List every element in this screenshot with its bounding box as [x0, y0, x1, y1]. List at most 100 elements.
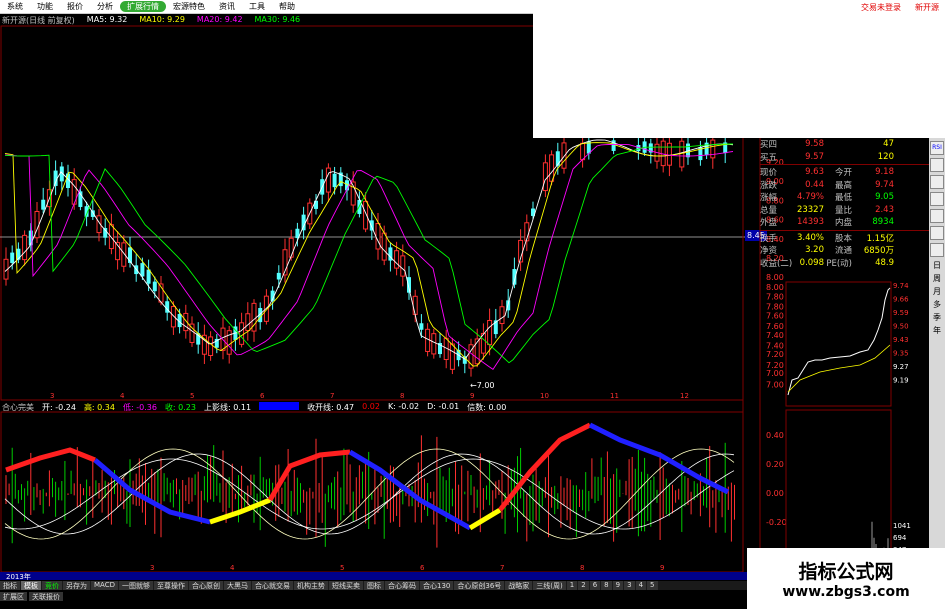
indicator-tab[interactable]: 另存为 [63, 581, 90, 590]
period-button-5[interactable]: 年 [930, 325, 944, 336]
quote-row: 净资 3.20 流通 6850万 [760, 244, 930, 257]
indicator-tab[interactable]: 战略家 [505, 581, 533, 590]
indicator-tab[interactable]: 1 [566, 581, 578, 590]
bottom-tabs: 扩展区 关联报价 [0, 592, 63, 601]
candle-body-up [666, 142, 672, 166]
indicator-tab[interactable]: 三线(周) [533, 581, 566, 590]
indicator-tab[interactable]: 合心原创 [188, 581, 223, 590]
menu-item-5[interactable]: 宏源特色 [166, 1, 212, 12]
indicator-tab[interactable]: 合心原创36号 [454, 581, 505, 590]
indicator-tab[interactable]: 图标 [363, 581, 384, 590]
toolbar-button-2[interactable] [930, 175, 944, 189]
menu-right-item-1[interactable]: 新开源 [915, 2, 939, 13]
indicator-tab[interactable]: MACD [91, 581, 118, 590]
toolbar-button-6[interactable] [930, 243, 944, 257]
x-axis-marker: 12 [680, 392, 689, 400]
menu-item-8[interactable]: 帮助 [272, 1, 302, 12]
order-volume: 120 [877, 151, 894, 162]
period-button-1[interactable]: 周 [930, 273, 944, 284]
x-axis-marker: 7 [500, 564, 504, 572]
menu-item-1[interactable]: 功能 [30, 1, 60, 12]
candle-body-up [431, 333, 437, 355]
indicator-tab[interactable]: 机构主势 [293, 581, 328, 590]
indicator-tab[interactable]: 一图就够 [118, 581, 153, 590]
bottom-tab[interactable]: 扩展区 [0, 592, 27, 601]
indicator-tab[interactable]: 5 [647, 581, 658, 590]
indicator-tab[interactable]: 大黑马 [223, 581, 251, 590]
indicator-value-6: 收开线: 0.47 [307, 403, 355, 412]
quote-value: 9.74 [875, 179, 894, 190]
candle-body-up [325, 167, 331, 193]
toolbar-button-1[interactable] [930, 158, 944, 172]
indicator-value-0: 开: -0.24 [42, 403, 76, 412]
x-axis-marker: 9 [470, 392, 474, 400]
menu-item-7[interactable]: 工具 [242, 1, 272, 12]
indicator-tab[interactable]: 3 [624, 581, 635, 590]
bottom-tab[interactable]: 关联报价 [29, 592, 63, 601]
candle-body-down [152, 281, 157, 292]
indicator-tab[interactable]: 指标 [0, 581, 20, 590]
order-label: 买四 [760, 140, 778, 151]
indicator-value-1: 高: 0.34 [83, 403, 115, 412]
x-axis-marker: 5 [340, 564, 344, 572]
indicator-tab[interactable]: 合心130 [419, 581, 454, 590]
toolbar-button-0[interactable]: RSI [930, 141, 944, 155]
candle-body-down [10, 252, 15, 263]
indicator-axis-label: 0.20 [766, 460, 784, 469]
indicator-tab[interactable]: 6 [589, 581, 601, 590]
candle-body-down [369, 220, 374, 231]
indicator-tab[interactable]: 短线买卖 [328, 581, 363, 590]
quote-label: 最高 [834, 180, 852, 191]
intraday-left-axis: 7.60 [766, 322, 784, 331]
menu-item-6[interactable]: 资讯 [212, 1, 242, 12]
period-button-3[interactable]: 多 [930, 299, 944, 310]
indicator-tab[interactable]: 合心筹码 [384, 581, 419, 590]
intraday-left-axis: 8.00 [766, 283, 784, 292]
intraday-right-axis: 9.50 [893, 323, 909, 331]
intraday-right-axis: 9.59 [893, 309, 909, 317]
menu-item-0[interactable]: 系统 [0, 1, 30, 12]
candle-body-up [245, 313, 251, 332]
menu-item-2[interactable]: 报价 [60, 1, 90, 12]
candle-body-up [412, 295, 418, 315]
toolbar-button-3[interactable] [930, 192, 944, 206]
quote-value: 48.9 [875, 257, 894, 268]
indicator-tab[interactable]: 竞价 [42, 581, 62, 590]
indicator-tab[interactable]: 模板 [21, 581, 41, 590]
intraday-right-axis: 9.74 [893, 282, 909, 290]
period-button-0[interactable]: 日 [930, 260, 944, 271]
x-axis-marker: 11 [610, 392, 619, 400]
indicator-tab[interactable]: 2 [578, 581, 589, 590]
indicator-tab[interactable]: 8 [601, 581, 612, 590]
indicator-value-3: 收: 0.23 [164, 403, 196, 412]
toolbar-button-4[interactable] [930, 209, 944, 223]
quote-label: 今开 [834, 168, 852, 179]
quote-label: 净资 [760, 246, 778, 257]
x-axis-marker: 5 [190, 392, 194, 400]
divider [760, 164, 930, 165]
quote-row: 涨跌 0.44 最高 9.74 [760, 179, 930, 192]
intraday-right-axis: 9.27 [893, 363, 909, 371]
period-button-4[interactable]: 季 [930, 312, 944, 323]
indicator-tab[interactable]: 至尊操作 [153, 581, 188, 590]
candle-body-down [314, 200, 318, 209]
quote-label: 现价 [760, 168, 778, 179]
menu-item-4[interactable]: 扩展行情 [120, 1, 166, 12]
candle-body-down [419, 323, 424, 330]
period-button-2[interactable]: 月 [930, 286, 944, 297]
indicator-tab[interactable]: 9 [612, 581, 624, 590]
low-price-label: ←7.00 [470, 381, 495, 390]
indicator-tab[interactable]: 合心就交易 [251, 581, 293, 590]
price-axis-label: 7.40 [766, 331, 784, 340]
intraday-right-axis: 9.19 [893, 377, 909, 385]
menu-right-item-0[interactable]: 交易未登录 [861, 2, 901, 13]
menu-item-3[interactable]: 分析 [90, 1, 120, 12]
blank-panel [533, 14, 945, 138]
indicator-tab[interactable]: 4 [635, 581, 647, 590]
order-volume: 47 [883, 139, 894, 150]
toolbar-button-5[interactable] [930, 226, 944, 240]
quote-label: 量比 [834, 205, 852, 216]
quote-label: 股本 [834, 233, 852, 244]
candle-body-down [555, 151, 560, 166]
ma30-line [4, 143, 733, 364]
